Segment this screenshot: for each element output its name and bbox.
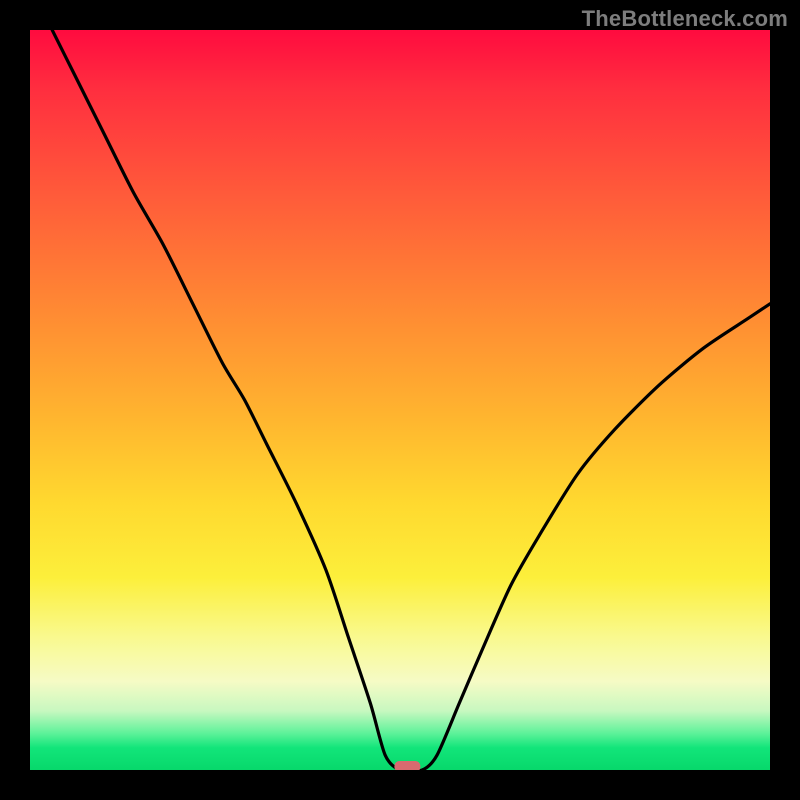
watermark-text: TheBottleneck.com bbox=[582, 6, 788, 32]
optimal-marker bbox=[394, 761, 420, 770]
chart-frame: TheBottleneck.com bbox=[0, 0, 800, 800]
bottleneck-curve bbox=[52, 30, 770, 770]
plot-area bbox=[30, 30, 770, 770]
curve-layer bbox=[30, 30, 770, 770]
